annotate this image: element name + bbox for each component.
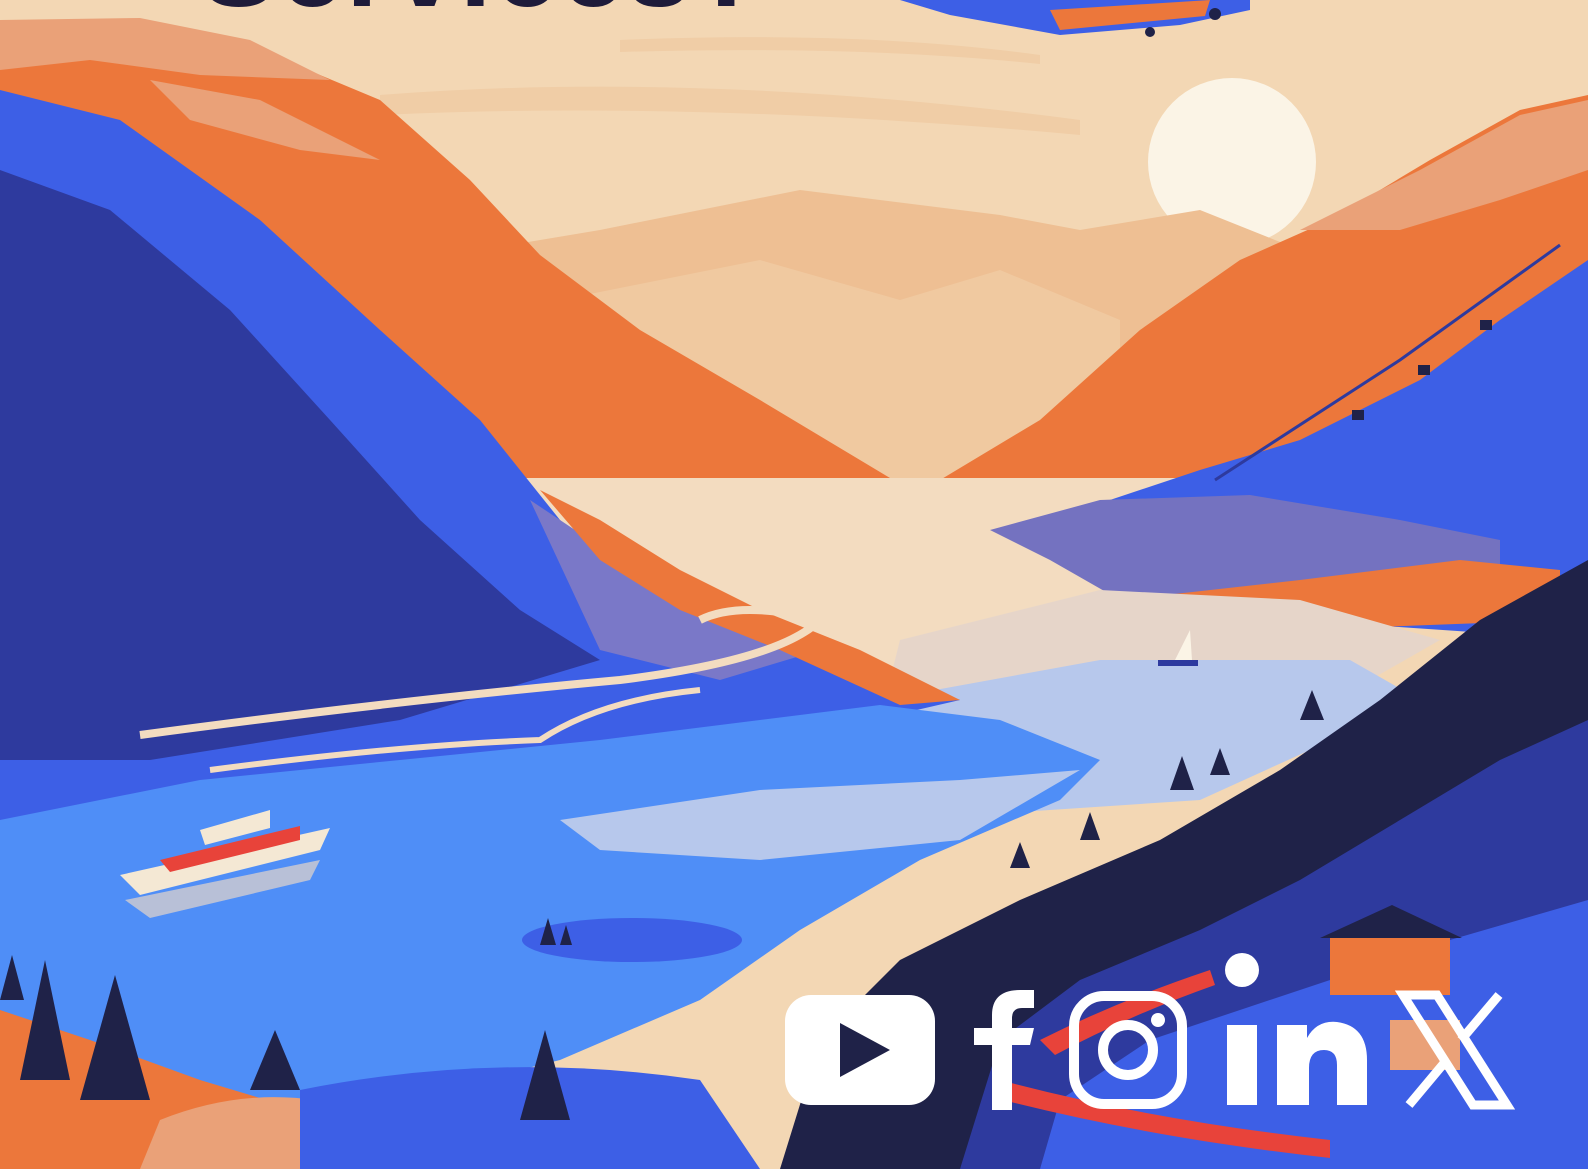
- headline: Services?: [200, 0, 766, 24]
- sailboat-hull: [1158, 660, 1198, 666]
- linkedin-icon[interactable]: [1222, 990, 1372, 1110]
- airplane-wheel: [1145, 27, 1155, 37]
- cable-car: [1418, 365, 1430, 375]
- cable-car: [1352, 410, 1364, 420]
- airplane-wheel: [1209, 8, 1221, 20]
- linkedin-dot-icon: [1225, 953, 1259, 987]
- x-icon[interactable]: [1395, 990, 1515, 1110]
- instagram-icon[interactable]: [1068, 990, 1188, 1110]
- youtube-icon[interactable]: [785, 990, 935, 1110]
- cable-car: [1480, 320, 1492, 330]
- facebook-icon[interactable]: [962, 990, 1042, 1110]
- island: [522, 918, 742, 962]
- house: [1330, 935, 1450, 995]
